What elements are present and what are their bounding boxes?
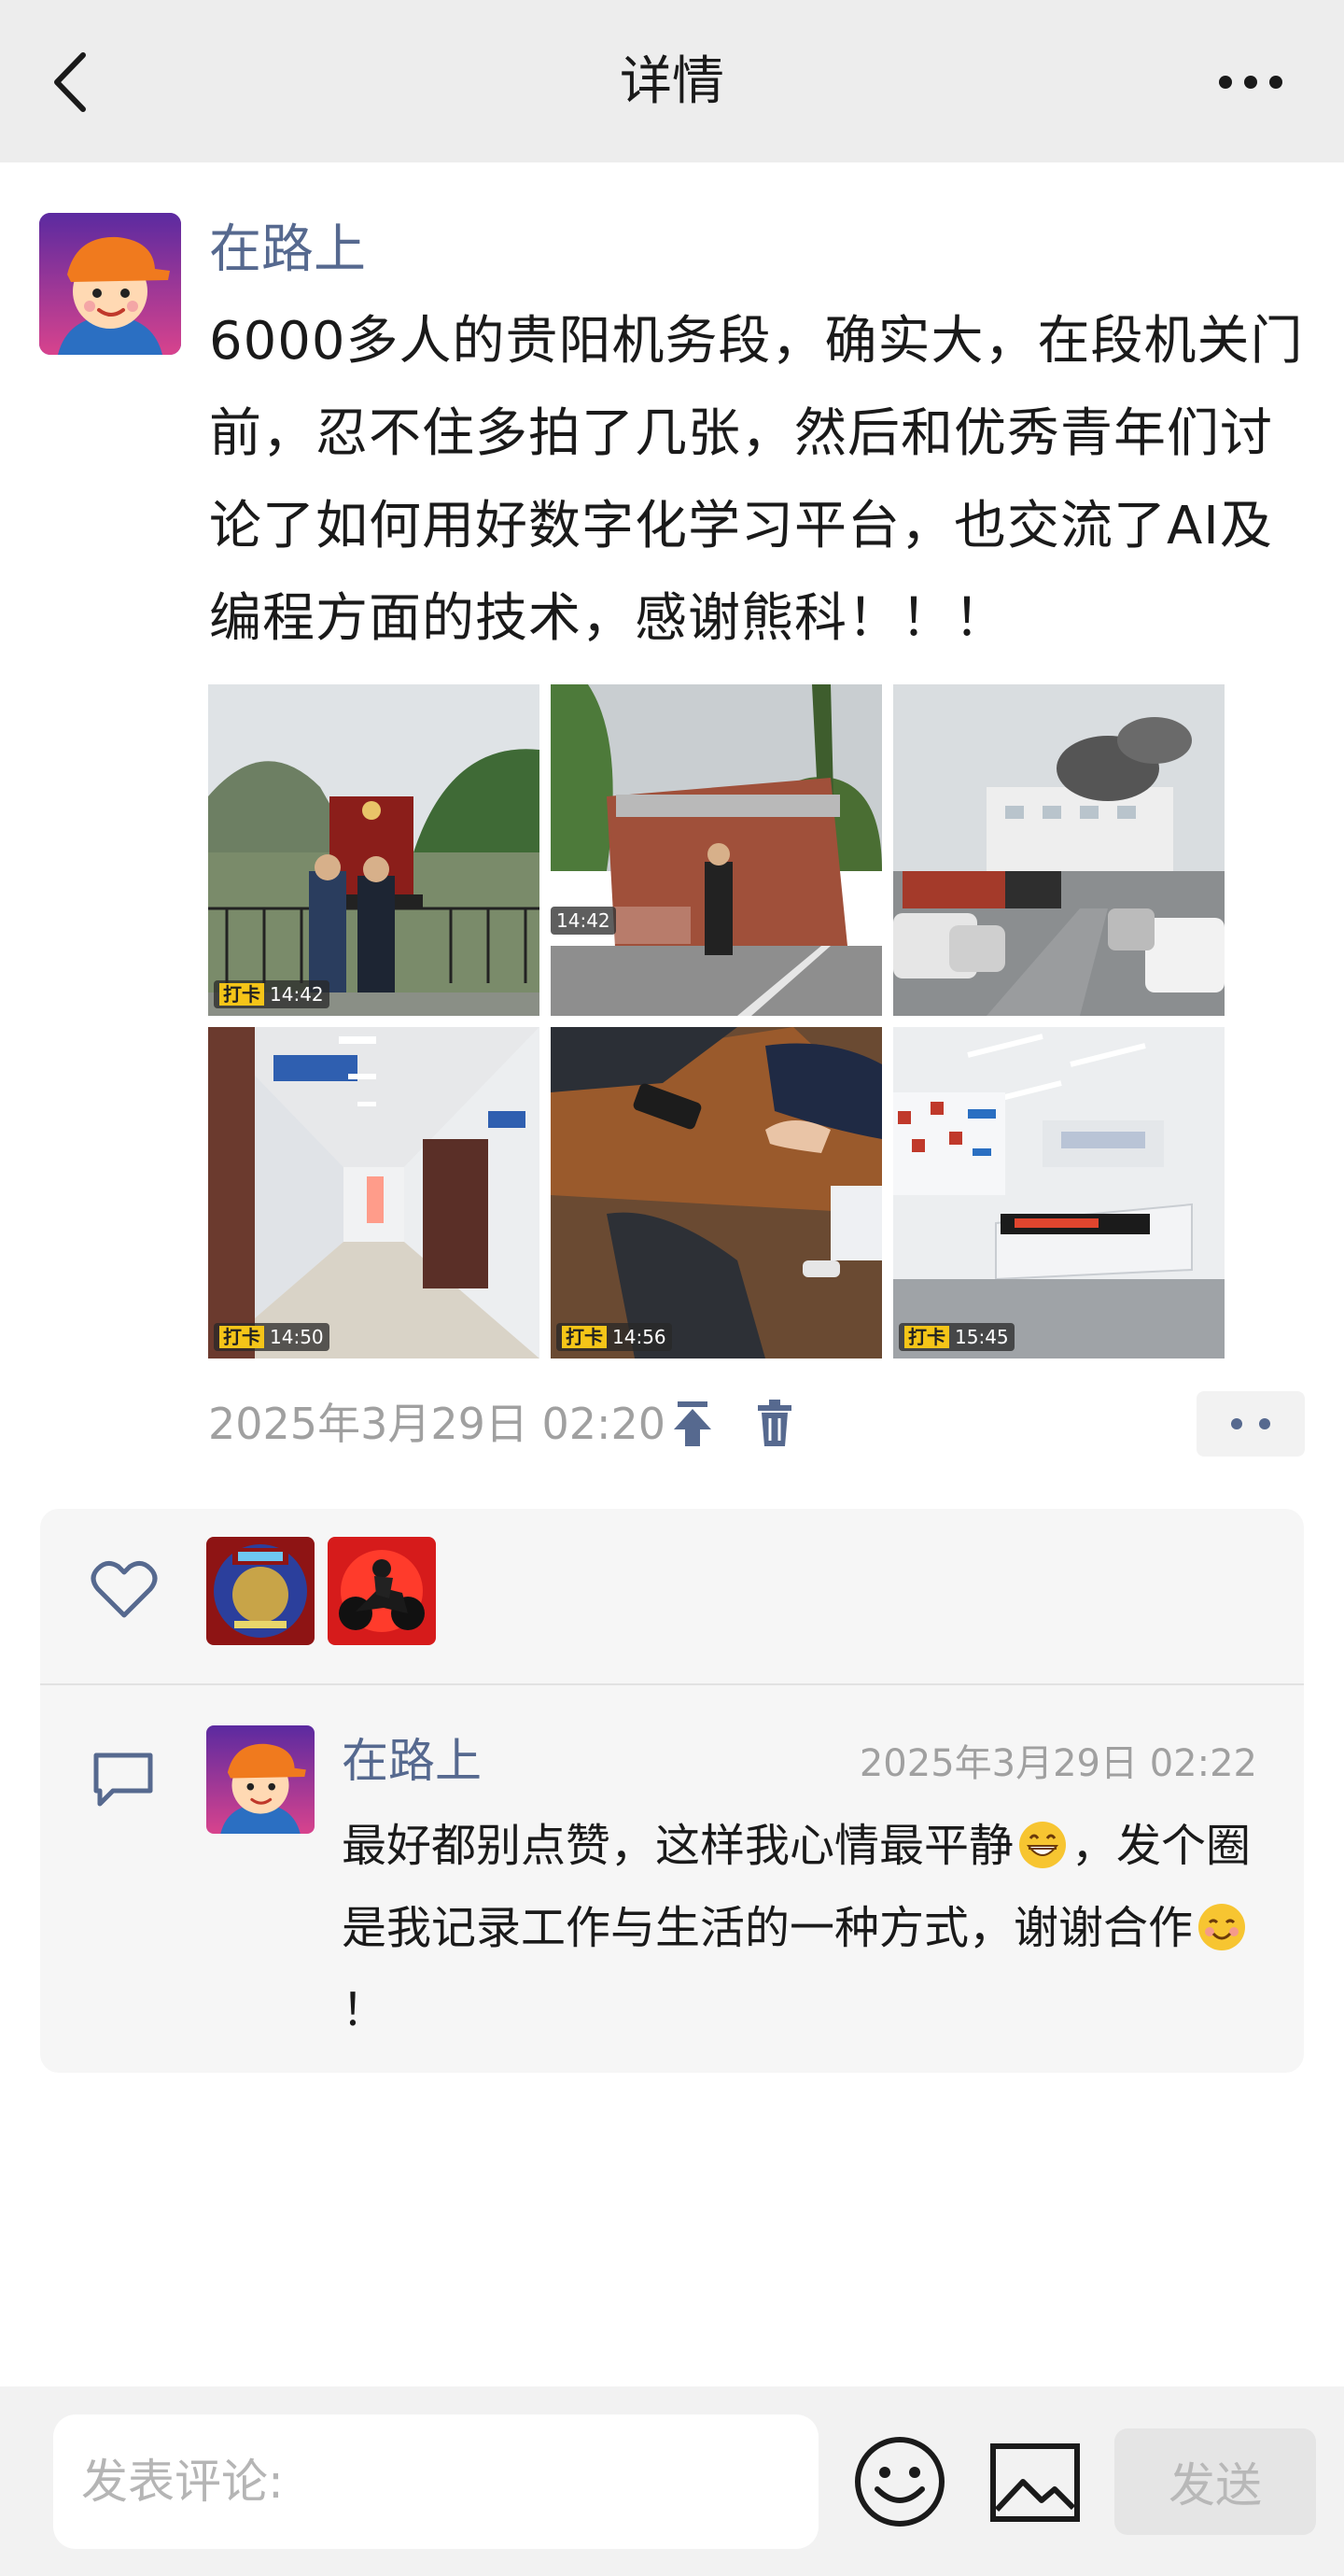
trash-icon [758, 1400, 791, 1446]
like-comment-menu-button[interactable] [1197, 1391, 1305, 1457]
comment-composer-bar: 发送 [0, 2386, 1344, 2576]
emoji-button[interactable] [853, 2435, 946, 2528]
cartoon-boy-avatar-icon [206, 1725, 315, 1834]
photo-stamp: 打卡 15:45 [899, 1323, 1015, 1351]
delete-post-button[interactable] [747, 1396, 803, 1452]
photo-thumbnail[interactable]: 打卡 14:42 [208, 684, 539, 1016]
comment-input[interactable] [53, 2414, 819, 2549]
comment-text: 最好都别点赞，这样我心情最平静 ，发个圈是我记录工作与生活的一种方式，谢谢合作！ [342, 1820, 1252, 2036]
pin-to-top-button[interactable] [665, 1396, 721, 1452]
photo-thumbnail[interactable]: 打卡 14:56 [551, 1027, 882, 1358]
liker-avatar[interactable] [328, 1537, 436, 1645]
cartoon-boy-avatar-icon [39, 213, 181, 355]
photo-stamp: 打卡 14:50 [214, 1323, 329, 1351]
page-title: 详情 [620, 51, 724, 112]
photo-steam-locomotive [208, 684, 539, 1016]
image-icon [990, 2443, 1080, 2522]
pin-top-icon [674, 1401, 711, 1446]
photo-thumbnail[interactable]: 14:42 [551, 684, 882, 1016]
photo-thumbnail[interactable] [893, 684, 1225, 1016]
post-content-text: 6000多人的贵阳机务段，确实大，在段机关门前，忍不住多拍了几张，然后和优秀青年… [209, 311, 1304, 649]
smiley-icon [855, 2437, 945, 2527]
two-dots-icon [1231, 1418, 1270, 1429]
photo-lobby [893, 1027, 1225, 1358]
photo-stamp: 打卡 14:56 [556, 1323, 672, 1351]
top-navigation-bar: 详情 [0, 0, 1344, 162]
badge-2026-avatar-icon [206, 1537, 315, 1645]
photo-thumbnail[interactable]: 打卡 15:45 [893, 1027, 1225, 1358]
comment-bubble-icon [93, 1753, 153, 1807]
comment-author-name[interactable]: 在路上 [342, 1728, 482, 1794]
likes-divider [40, 1683, 1304, 1685]
photo-stamp: 打卡 14:42 [214, 980, 329, 1008]
post-author-name[interactable]: 在路上 [209, 215, 366, 286]
heart-outline-icon [91, 1561, 158, 1618]
ellipsis-icon [1219, 76, 1282, 89]
photo-corridor [208, 1027, 539, 1358]
photo-thumbnail[interactable]: 打卡 14:50 [208, 1027, 539, 1358]
commenter-avatar[interactable] [206, 1725, 315, 1834]
grinning-emoji-icon [1019, 1822, 1067, 1868]
send-button[interactable]: 发送 [1114, 2428, 1316, 2535]
photo-depot-sign [551, 684, 882, 1016]
image-button[interactable] [989, 2442, 1081, 2523]
photo-meeting-table [551, 1027, 882, 1358]
motorcycle-avatar-icon [328, 1537, 436, 1645]
post-timestamp: 2025年3月29日 02:20 [208, 1399, 666, 1449]
more-options-button[interactable] [1195, 47, 1307, 118]
comment-timestamp: 2025年3月29日 02:22 [859, 1742, 1257, 1785]
liker-avatar[interactable] [206, 1537, 315, 1645]
photo-parking-lot [893, 684, 1225, 1016]
author-avatar[interactable] [39, 213, 181, 355]
photo-grid: 打卡 14:42 14:42 打卡 14:50 打卡 14:56 打卡 15:4… [208, 684, 1225, 1358]
smiling-emoji-icon [1198, 1904, 1246, 1950]
likes-comments-panel: 在路上 2025年3月29日 02:22 最好都别点赞，这样我心情最平静 ，发个圈… [40, 1509, 1304, 2073]
photo-stamp: 14:42 [551, 907, 616, 935]
